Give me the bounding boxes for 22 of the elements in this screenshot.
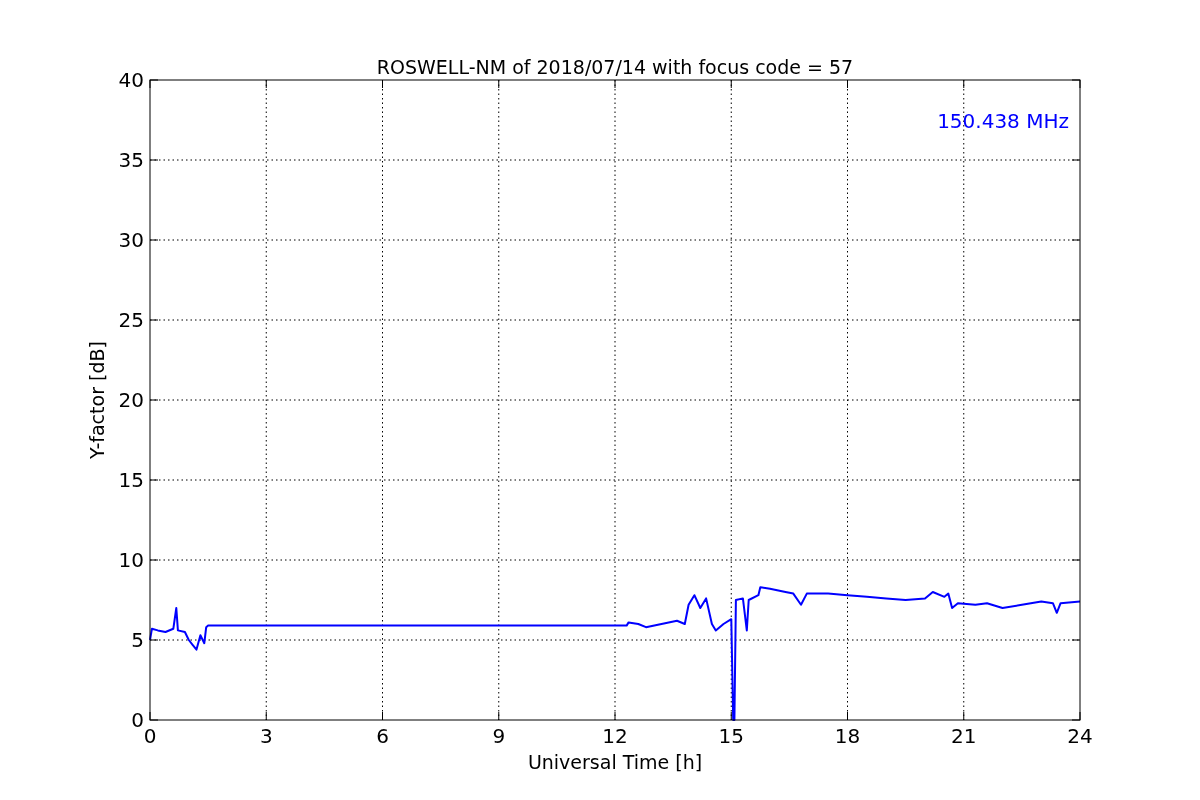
tick-label: 15 (118, 468, 144, 492)
tick-label: 12 (602, 724, 628, 748)
tick-label: 25 (118, 308, 144, 332)
tick-label: 0 (131, 708, 144, 732)
chart-title: ROSWELL-NM of 2018/07/14 with focus code = 57 (376, 56, 854, 78)
tick-label: 35 (118, 148, 144, 172)
axis-label: Y-factor [dB] (86, 341, 108, 459)
tick-label: 18 (834, 724, 861, 748)
tick-label: 30 (118, 228, 144, 252)
tick-label: 40 (118, 68, 144, 92)
tick-label: 3 (259, 724, 273, 748)
tick-label: 9 (492, 724, 506, 748)
frequency-label: 150.438 MHz (937, 109, 1069, 133)
tick-label: 21 (951, 724, 977, 748)
axis-label: Universal Time [h] (527, 751, 703, 773)
tick-label: 20 (118, 388, 144, 412)
tick-label: 6 (376, 724, 389, 748)
tick-label: 10 (118, 548, 144, 572)
tick-label: 24 (1067, 724, 1093, 748)
tick-label: 0 (143, 724, 157, 748)
tick-label: 5 (131, 628, 144, 652)
tick-label: 15 (718, 724, 744, 748)
